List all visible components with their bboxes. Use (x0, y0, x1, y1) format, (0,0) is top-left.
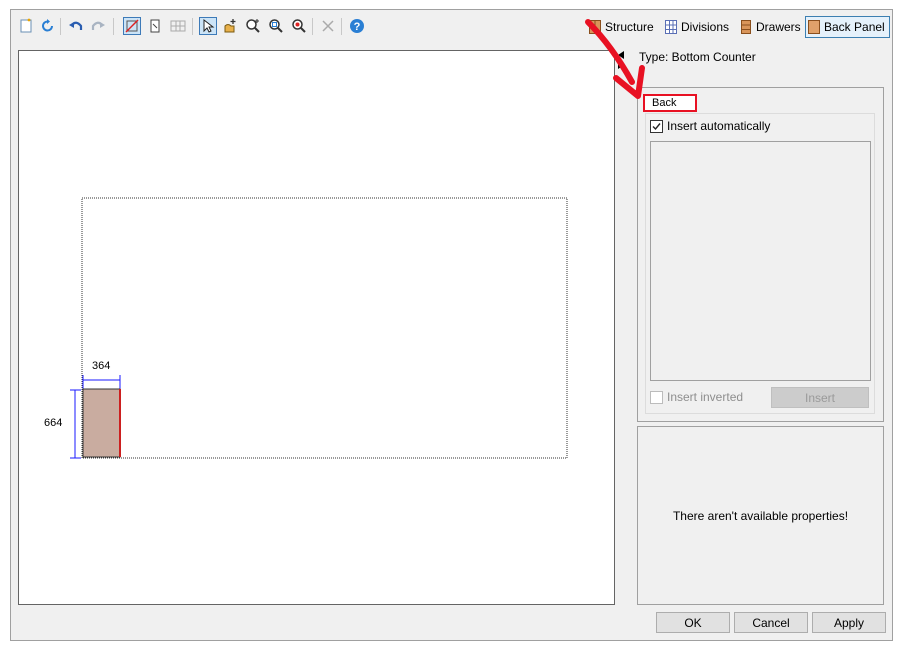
apply-button[interactable]: Apply (812, 612, 886, 633)
mode-back-panel-button[interactable]: Back Panel (805, 16, 890, 38)
height-dimension-label: 664 (44, 417, 63, 429)
refresh-icon[interactable] (39, 17, 57, 35)
cabinet-drawing (70, 197, 568, 459)
mode-divisions-label: Divisions (681, 20, 730, 34)
new-icon[interactable] (17, 17, 35, 35)
divisions-icon (665, 20, 677, 34)
properties-message: There aren't available properties! (672, 508, 849, 523)
delete-icon[interactable] (319, 17, 337, 35)
drawers-icon (741, 20, 751, 34)
zoom-in-icon[interactable] (244, 17, 262, 35)
mode-drawers-button[interactable]: Drawers (738, 16, 805, 38)
structure-edit-icon[interactable] (123, 17, 141, 35)
svg-text:?: ? (354, 21, 361, 33)
back-panel-shape (82, 388, 121, 458)
grid-icon[interactable] (169, 17, 187, 35)
back-panel-list[interactable] (650, 141, 871, 381)
help-icon[interactable]: ? (348, 17, 366, 35)
redo-icon[interactable] (89, 17, 107, 35)
checkmark-icon (650, 119, 663, 133)
mode-back-panel-label: Back Panel (824, 20, 885, 34)
properties-panel: There aren't available properties! (637, 426, 884, 605)
insert-button[interactable]: Insert (771, 387, 869, 408)
width-dimension-label: 364 (92, 360, 111, 372)
cabinet-editor-window: ? Structure Divisions Drawers Back Panel (10, 9, 893, 641)
cancel-button[interactable]: Cancel (734, 612, 808, 633)
insert-automatically-checkbox[interactable]: Insert automatically (650, 119, 770, 133)
undo-icon[interactable] (67, 17, 85, 35)
drawing-canvas[interactable]: 364 664 (18, 50, 615, 605)
mode-drawers-label: Drawers (756, 20, 801, 34)
pointer-icon[interactable] (199, 17, 217, 35)
back-panel-icon (808, 20, 820, 34)
insert-automatically-label: Insert automatically (667, 119, 771, 133)
red-arrow-icon (585, 19, 645, 99)
panel-edit-icon[interactable] (146, 17, 164, 35)
zoom-window-icon[interactable] (267, 17, 285, 35)
insert-inverted-label: Insert inverted (667, 390, 744, 404)
cabinet-outline (81, 197, 568, 459)
zoom-fit-icon[interactable] (290, 17, 308, 35)
mode-divisions-button[interactable]: Divisions (663, 16, 733, 38)
hand-add-icon[interactable] (221, 17, 239, 35)
type-label: Type: Bottom Counter (639, 50, 756, 64)
toolbar: ? Structure Divisions Drawers Back Panel (11, 10, 892, 44)
ok-button[interactable]: OK (656, 612, 730, 633)
insert-inverted-checkbox[interactable]: Insert inverted (650, 390, 743, 404)
